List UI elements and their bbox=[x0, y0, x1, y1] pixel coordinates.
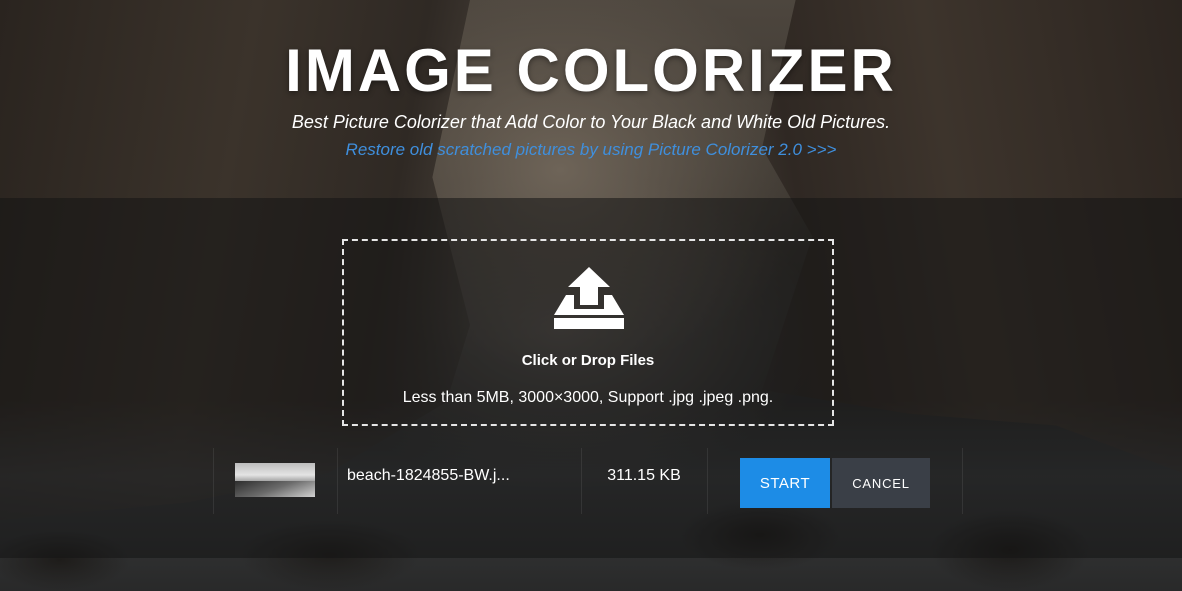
upload-tray-icon bbox=[554, 267, 624, 329]
thumbnail-shore bbox=[235, 481, 315, 497]
hero-section: IMAGE COLORIZER Best Picture Colorizer t… bbox=[0, 0, 1182, 591]
file-size: 311.15 KB bbox=[607, 467, 681, 484]
file-row: beach-1824855-BW.j... 311.15 KB START CA… bbox=[213, 448, 963, 514]
restore-pictures-link[interactable]: Restore old scratched pictures by using … bbox=[0, 139, 1182, 161]
page-subtitle: Best Picture Colorizer that Add Color to… bbox=[291, 112, 891, 132]
dropzone-hint: Less than 5MB, 3000×3000, Support .jpg .… bbox=[402, 389, 774, 406]
dropzone-title: Click or Drop Files bbox=[521, 352, 655, 369]
row-divider bbox=[707, 448, 708, 514]
row-divider bbox=[213, 448, 214, 514]
row-divider bbox=[962, 448, 963, 514]
file-dropzone[interactable]: Click or Drop Files Less than 5MB, 3000×… bbox=[342, 239, 834, 426]
file-thumbnail bbox=[235, 463, 315, 497]
row-divider bbox=[337, 448, 338, 514]
file-name: beach-1824855-BW.j... bbox=[347, 467, 510, 484]
page-title: IMAGE COLORIZER bbox=[285, 37, 897, 104]
cancel-button[interactable]: CANCEL bbox=[832, 458, 930, 508]
start-button[interactable]: START bbox=[740, 458, 830, 508]
